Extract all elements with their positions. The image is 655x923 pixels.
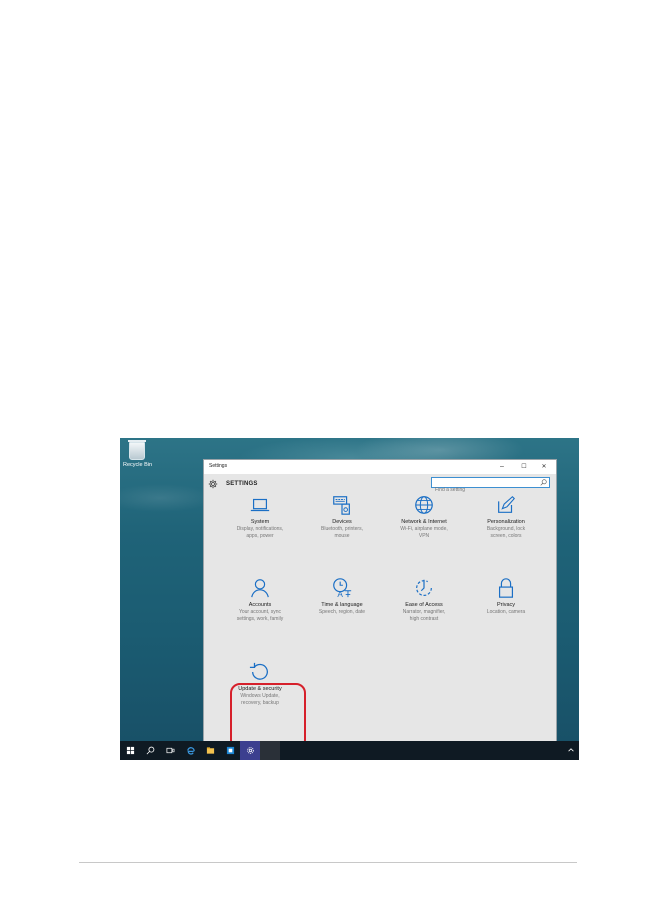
maximize-button[interactable]: ☐ [514,461,534,473]
clock-language-icon: A [331,577,353,599]
taskbar-empty-slot [260,741,280,760]
desktop-screenshot: Recycle Bin Settings – ☐ ✕ SETTINGS Find… [120,438,579,760]
tile-system[interactable]: System Display, notifications, apps, pow… [219,494,301,539]
page-title: SETTINGS [226,481,258,487]
title-bar[interactable]: Settings – ☐ ✕ [204,460,556,474]
tile-title: Personalization [487,519,525,525]
search-button[interactable] [140,741,160,760]
paint-icon [495,494,517,516]
window-title: Settings [209,463,228,469]
tile-title: Network & Internet [401,519,447,525]
tile-description: settings, work, family [236,615,284,622]
tile-description: high contrast [409,615,439,622]
minimize-button[interactable]: – [492,461,512,473]
tile-title: Devices [332,519,352,525]
tile-accounts[interactable]: Accounts Your account, sync settings, wo… [219,577,301,622]
search-box[interactable] [431,477,550,495]
tile-privacy[interactable]: Privacy Location, camera [465,577,547,616]
tile-title: Privacy [496,602,516,608]
task-view-icon [166,747,174,754]
tile-description: screen, colors [490,532,522,539]
tile-title: Time & language [321,602,363,608]
search-icon[interactable] [540,479,547,486]
settings-grid: System Display, notifications, apps, pow… [217,494,547,750]
highlight-circle [230,683,306,750]
tile-description: Speech, region, date [318,609,366,615]
settings-window: Settings – ☐ ✕ SETTINGS Find a setting S… [203,459,557,750]
file-explorer-icon [206,747,214,754]
start-icon [126,746,134,755]
recycle-bin-icon [128,440,146,460]
settings-header: SETTINGS [208,478,258,490]
laptop-icon [249,494,271,516]
start-button[interactable] [120,741,140,760]
tile-description: VPN [418,532,430,539]
svg-text:A: A [337,590,343,599]
edge-icon [186,747,195,755]
ease-of-access-icon [413,577,435,599]
tile-description: apps, power [246,532,274,539]
tile-title: System [250,519,270,525]
search-icon [146,746,154,755]
lock-icon [495,577,517,599]
tile-title: Accounts [248,602,272,608]
chevron-up-icon[interactable] [567,746,575,754]
globe-icon [413,494,435,516]
recycle-bin[interactable]: Recycle Bin [123,440,153,468]
edge-button[interactable] [180,741,200,760]
footer-divider [79,862,577,863]
settings-icon [246,747,254,754]
gear-icon [208,479,218,489]
store-button[interactable] [220,741,240,760]
close-button[interactable]: ✕ [534,461,554,473]
recycle-bin-label: Recycle Bin [123,462,153,468]
tile-devices[interactable]: Devices Bluetooth, printers, mouse [301,494,383,539]
tile-time-language[interactable]: A Time & language Speech, region, date [301,577,383,616]
tile-network[interactable]: Network & Internet Wi-Fi, airplane mode,… [383,494,465,539]
taskbar [120,741,579,760]
task-view-button[interactable] [160,741,180,760]
devices-icon [331,494,353,516]
tile-description: Location, camera [486,609,526,615]
tile-ease-of-access[interactable]: Ease of Access Narrator, magnifier, high… [383,577,465,622]
tile-personalization[interactable]: Personalization Background, lock screen,… [465,494,547,539]
store-icon [226,746,234,755]
tile-title: Ease of Access [405,602,443,608]
settings-taskbar-button[interactable] [240,741,260,760]
tile-description: mouse [334,532,350,539]
person-icon [249,577,271,599]
refresh-icon [249,661,271,683]
file-explorer-button[interactable] [200,741,220,760]
